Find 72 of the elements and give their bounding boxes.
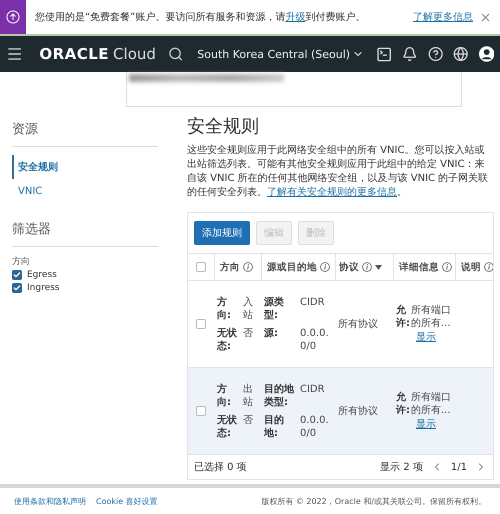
menu-icon[interactable] xyxy=(6,45,24,63)
brand-logo[interactable]: ORACLE xyxy=(39,45,110,63)
info-icon[interactable] xyxy=(442,262,452,272)
selected-count: 已选择 0 项 xyxy=(194,460,247,474)
field-value: CIDR xyxy=(300,382,326,396)
upgrade-link[interactable]: 升级 xyxy=(285,12,306,23)
column-header[interactable]: 详细信息 xyxy=(399,260,439,274)
column-header[interactable]: 说明 xyxy=(461,260,481,274)
info-icon[interactable] xyxy=(362,262,372,272)
info-icon[interactable] xyxy=(484,262,493,272)
terminal-icon[interactable] xyxy=(376,46,392,62)
show-link[interactable]: 显示 xyxy=(416,330,436,344)
direction-label: 方向 xyxy=(12,256,31,268)
info-icon[interactable] xyxy=(320,262,330,272)
field-value: 出站 xyxy=(243,382,254,408)
protocol-text: 所有协议 xyxy=(338,318,378,331)
page-title: 安全规则 xyxy=(187,115,260,138)
field-label: 源类型: xyxy=(264,296,285,322)
table-row[interactable]: 方向: 出站 无状态: 否 目的地类型: CIDR 目的地: 0.0.0.0/0 所有协议 允许: 所有端口的所有... 显示 xyxy=(188,367,493,454)
field-label: 无状态: xyxy=(217,414,238,440)
notice-text: 您使用的是“免费套餐”账户。要访问所有服务和资源，请升级到付费账户。 xyxy=(35,10,366,24)
sidebar-item[interactable]: 安全规则 xyxy=(12,155,158,179)
field-label: 目的地类型: xyxy=(264,382,295,408)
toolbar-button[interactable]: 添加规则 xyxy=(194,221,250,245)
resources-heading: 资源 xyxy=(12,116,158,147)
field-label: 源: xyxy=(264,326,279,340)
globe-icon[interactable] xyxy=(453,46,469,62)
field-label: 目的地: xyxy=(264,414,285,440)
field-value: 入站 xyxy=(243,296,254,322)
field-value: 0.0.0.0/0 xyxy=(300,414,330,440)
bell-icon[interactable] xyxy=(402,46,418,62)
copyright-text: 版权所有 © 2022，Oracle 和/或其关联公司。保留所有权利。 xyxy=(261,496,486,506)
filters-heading: 筛选器 xyxy=(12,216,158,247)
field-value: 否 xyxy=(243,414,254,426)
field-label: 方向: xyxy=(217,296,232,322)
item-count: 显示 2 项 xyxy=(380,461,423,474)
learn-more-link[interactable]: 了解有关安全规则的更多信息 xyxy=(267,187,397,198)
field-label: 无状态: xyxy=(217,326,238,352)
learn-more-link[interactable]: 了解更多信息 xyxy=(413,10,473,24)
column-header[interactable]: 协议 xyxy=(339,260,359,274)
field-value: 0.0.0.0/0 xyxy=(300,326,330,352)
field-label: 允许: xyxy=(396,391,407,417)
field-value: 所有端口的所有... xyxy=(411,304,452,330)
column-header[interactable]: 方向 xyxy=(220,260,240,274)
row-checkbox[interactable] xyxy=(196,406,206,416)
show-link[interactable]: 显示 xyxy=(416,417,436,431)
search-icon[interactable] xyxy=(168,46,184,62)
help-icon[interactable] xyxy=(428,46,444,62)
protocol-text: 所有协议 xyxy=(338,404,378,418)
sidebar-item[interactable]: VNIC xyxy=(12,181,158,202)
filter-checkbox[interactable] xyxy=(12,283,22,293)
sort-icon[interactable] xyxy=(375,264,382,270)
field-label: 允许: xyxy=(396,304,407,330)
close-icon[interactable] xyxy=(479,10,492,24)
footer-link[interactable]: Cookie 喜好设置 xyxy=(96,496,158,506)
field-value: CIDR xyxy=(300,296,326,308)
avatar-icon[interactable] xyxy=(478,46,494,62)
region-selector[interactable]: South Korea Central (Seoul) xyxy=(197,48,364,60)
product-name: Cloud xyxy=(113,45,156,63)
page-indicator: 1/1 xyxy=(450,462,467,472)
filter-checkbox[interactable] xyxy=(12,270,22,280)
filter-label: Egress xyxy=(27,270,57,280)
field-value: 所有端口的所有... xyxy=(411,391,452,417)
select-all-checkbox[interactable] xyxy=(196,262,206,272)
info-icon[interactable] xyxy=(243,262,253,272)
description-text: 这些安全规则应用于此网络安全组中的所有 VNIC。您可以按入站或出站筛选列表。可能有其他安全规则应用于此组中的给定 VNIC：来自该 VNIC 所在的任何其他网络安全组，以及与该 VNIC 的子网关联的任何安全列表。了解有关安全规则的更多信息。 xyxy=(187,144,490,200)
field-value: 否 xyxy=(243,326,254,340)
filter-label: Ingress xyxy=(27,283,60,293)
column-header[interactable]: 源或目的地 xyxy=(267,260,317,274)
footer-link[interactable]: 使用条款和隐私声明 xyxy=(14,496,86,506)
row-checkbox[interactable] xyxy=(196,319,206,329)
field-label: 方向: xyxy=(217,382,232,408)
